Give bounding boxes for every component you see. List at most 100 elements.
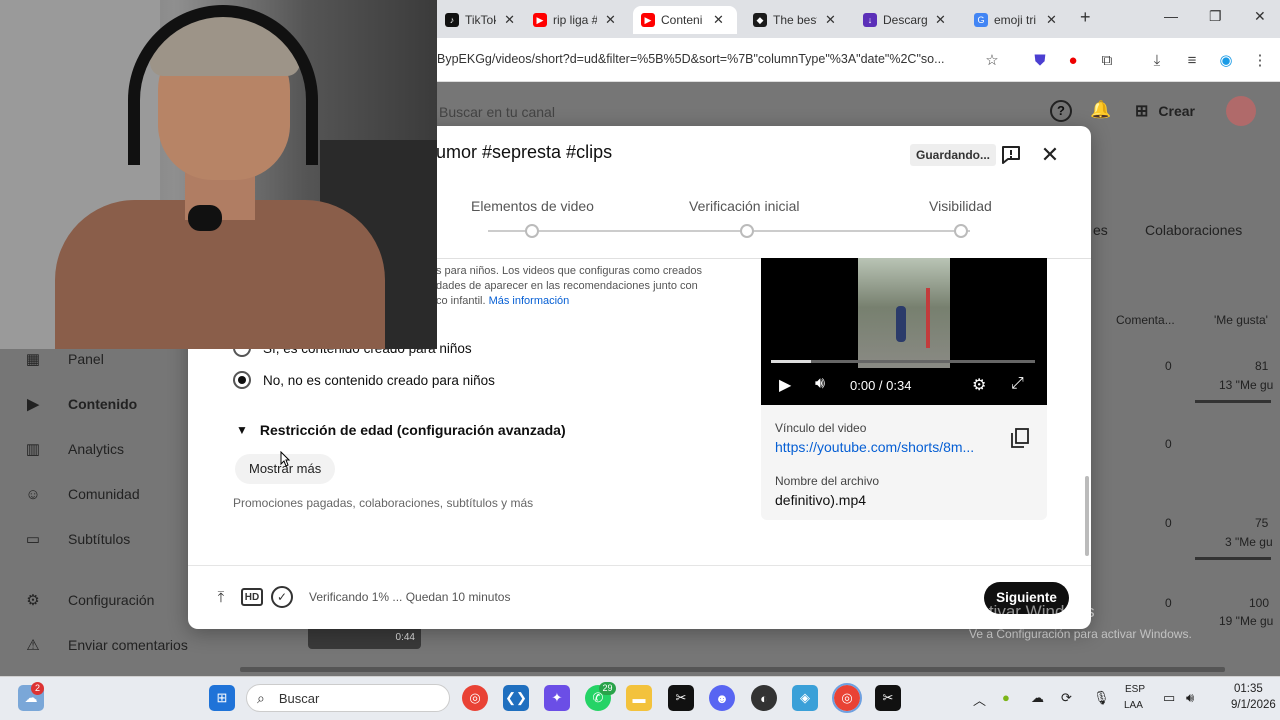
- column-header-comments[interactable]: Comenta...: [1116, 313, 1175, 327]
- row-likes: 81: [1255, 359, 1269, 373]
- play-icon[interactable]: ▶: [779, 375, 791, 395]
- dialog-scrollbar[interactable]: [1085, 476, 1089, 556]
- new-tab-button[interactable]: +: [1080, 7, 1091, 28]
- video-player[interactable]: ▶ 🔊︎ 0:00 / 0:34 ⚙ ⤢: [761, 258, 1047, 405]
- fullscreen-icon[interactable]: ⤢: [1011, 375, 1024, 393]
- keyboard-layout[interactable]: LAA: [1124, 700, 1143, 711]
- volume-icon[interactable]: 🔊︎: [815, 375, 825, 393]
- dialog-title: umor #sepresta #clips: [436, 142, 613, 162]
- search-icon: ⌕: [257, 689, 265, 706]
- sidebar-item-contenido[interactable]: ▶ Contenido: [22, 391, 137, 417]
- google-icon: G: [974, 13, 988, 27]
- note-line: co infantil.: [436, 295, 486, 307]
- stepper-track: [488, 230, 970, 232]
- likes-bar: [1195, 400, 1271, 403]
- minimize-icon[interactable]: —: [1164, 8, 1178, 24]
- keyboard-language[interactable]: ESP: [1125, 684, 1145, 695]
- windows-start-icon[interactable]: ⊞: [209, 685, 235, 711]
- vscode-icon[interactable]: ❮❯: [503, 685, 529, 711]
- taskbar-search-label: Buscar: [278, 690, 320, 706]
- extensions-icon[interactable]: ⧉: [1097, 50, 1117, 70]
- learn-more-link[interactable]: Más información: [489, 295, 570, 307]
- tab-descarga[interactable]: ↓ Descarg ✕: [855, 6, 959, 34]
- tab-emoji[interactable]: G emoji tri ✕: [966, 6, 1070, 34]
- tray-overflow-icon[interactable]: ︿: [973, 690, 986, 709]
- sync-icon[interactable]: ⟳: [1061, 690, 1072, 706]
- sidebar-item-label: Analytics: [68, 441, 125, 457]
- step-visibilidad[interactable]: Visibilidad: [929, 198, 992, 214]
- volume-tray-icon[interactable]: 🔊︎: [1186, 690, 1194, 706]
- close-window-icon[interactable]: ✕: [1254, 8, 1266, 25]
- microphone-icon[interactable]: 🎙︎: [1093, 690, 1110, 706]
- video-progress-fill: [771, 360, 811, 363]
- profile-icon[interactable]: ◉: [1216, 50, 1236, 70]
- avatar[interactable]: [1226, 96, 1256, 126]
- close-tab-icon[interactable]: ✕: [504, 12, 515, 28]
- media-control-icon[interactable]: ≡: [1182, 50, 1202, 70]
- close-tab-icon[interactable]: ✕: [605, 12, 616, 28]
- tab-rip-liga[interactable]: ▶ rip liga # ✕: [525, 6, 625, 34]
- copy-icon[interactable]: [1011, 428, 1029, 448]
- video-progress-track[interactable]: [771, 360, 1035, 363]
- bookmark-star-icon[interactable]: ☆: [982, 50, 1002, 70]
- shield-extension-icon[interactable]: ⛊: [1030, 50, 1050, 70]
- opera-extension-icon[interactable]: ●: [1063, 50, 1083, 70]
- tab-contenido[interactable]: ▶ Conteni ✕: [633, 6, 737, 34]
- url-field[interactable]: BypEKGg/videos/short?d=ud&filter=%5B%5D&…: [437, 52, 945, 66]
- file-explorer-icon[interactable]: ▬: [626, 685, 652, 711]
- taskbar-search[interactable]: ⌕ Buscar: [246, 684, 450, 712]
- sidebar-item-analytics[interactable]: ▥ Analytics: [22, 436, 124, 462]
- tab-colaboraciones[interactable]: Colaboraciones: [1145, 222, 1242, 238]
- clock-time[interactable]: 01:35: [1234, 683, 1263, 695]
- sidebar-item-panel[interactable]: ▦ Panel: [22, 346, 104, 372]
- sidebar-item-comunidad[interactable]: ☺ Comunidad: [22, 481, 139, 507]
- copilot-icon[interactable]: ✦: [544, 685, 570, 711]
- close-tab-icon[interactable]: ✕: [713, 12, 724, 28]
- video-thumbnail[interactable]: 0:44: [308, 629, 421, 649]
- close-tab-icon[interactable]: ✕: [825, 12, 836, 28]
- whatsapp-badge: 29: [599, 682, 616, 695]
- discord-icon[interactable]: ☻: [709, 685, 735, 711]
- channel-search-input[interactable]: Buscar en tu canal: [437, 98, 897, 126]
- sidebar-item-enviar-comentarios[interactable]: ⚠ Enviar comentarios: [22, 632, 188, 658]
- age-restriction-toggle[interactable]: ▼ Restricción de edad (configuración ava…: [236, 422, 566, 438]
- maximize-icon[interactable]: ❐: [1209, 8, 1222, 25]
- obs-icon[interactable]: ◐: [751, 685, 777, 711]
- column-header-likes[interactable]: 'Me gusta': [1214, 313, 1268, 327]
- horizontal-scrollbar[interactable]: [240, 667, 1225, 672]
- report-feedback-icon[interactable]: [1000, 144, 1022, 166]
- note-line: s para niños. Los videos que configuras …: [436, 265, 702, 277]
- tab-fragment: es: [1093, 222, 1108, 238]
- video-link[interactable]: https://youtube.com/shorts/8m...: [775, 439, 974, 455]
- video-camera-plus-icon: ⊞: [1135, 103, 1149, 120]
- tab-the-best[interactable]: ◆ The best ✕: [745, 6, 849, 34]
- sidebar-item-subtitulos[interactable]: ▭ Subtítulos: [22, 526, 130, 552]
- close-tab-icon[interactable]: ✕: [1046, 12, 1057, 28]
- network-icon[interactable]: ▭: [1163, 690, 1175, 706]
- capcut-2-icon[interactable]: ✂: [875, 685, 901, 711]
- row-comments: 0: [1165, 437, 1172, 451]
- download-icon[interactable]: ⤓: [1147, 50, 1167, 70]
- radio-made-for-kids-no[interactable]: No, no es contenido creado para niños: [233, 371, 495, 389]
- browser-menu-icon[interactable]: ⋮: [1250, 50, 1270, 70]
- help-icon[interactable]: ?: [1050, 100, 1072, 122]
- capcut-icon[interactable]: ✂: [668, 685, 694, 711]
- file-name: definitivo).mp4: [775, 492, 867, 508]
- settings-gear-icon[interactable]: ⚙: [972, 375, 986, 395]
- chrome-active-icon[interactable]: ◎: [832, 683, 862, 713]
- create-button[interactable]: ⊞ Crear: [1135, 100, 1195, 122]
- app-icon[interactable]: ◈: [792, 685, 818, 711]
- close-dialog-icon[interactable]: ✕: [1038, 144, 1062, 168]
- close-tab-icon[interactable]: ✕: [935, 12, 946, 28]
- cloud-icon[interactable]: ☁: [1031, 690, 1044, 706]
- chrome-icon[interactable]: ◎: [462, 685, 488, 711]
- tab-tiktok[interactable]: ♪ TikTok - ✕: [437, 6, 523, 34]
- notifications-bell-icon[interactable]: 🔔: [1090, 100, 1111, 120]
- youtube-icon: ▶: [641, 13, 655, 27]
- clock-date[interactable]: 9/1/2026: [1231, 699, 1276, 711]
- radio-circle-selected[interactable]: [233, 371, 251, 389]
- step-verificacion-inicial[interactable]: Verificación inicial: [689, 198, 800, 214]
- tray-app-icon[interactable]: ●: [1002, 690, 1010, 705]
- step-elementos-de-video[interactable]: Elementos de video: [471, 198, 594, 214]
- sidebar-item-configuracion[interactable]: ⚙ Configuración: [22, 587, 154, 613]
